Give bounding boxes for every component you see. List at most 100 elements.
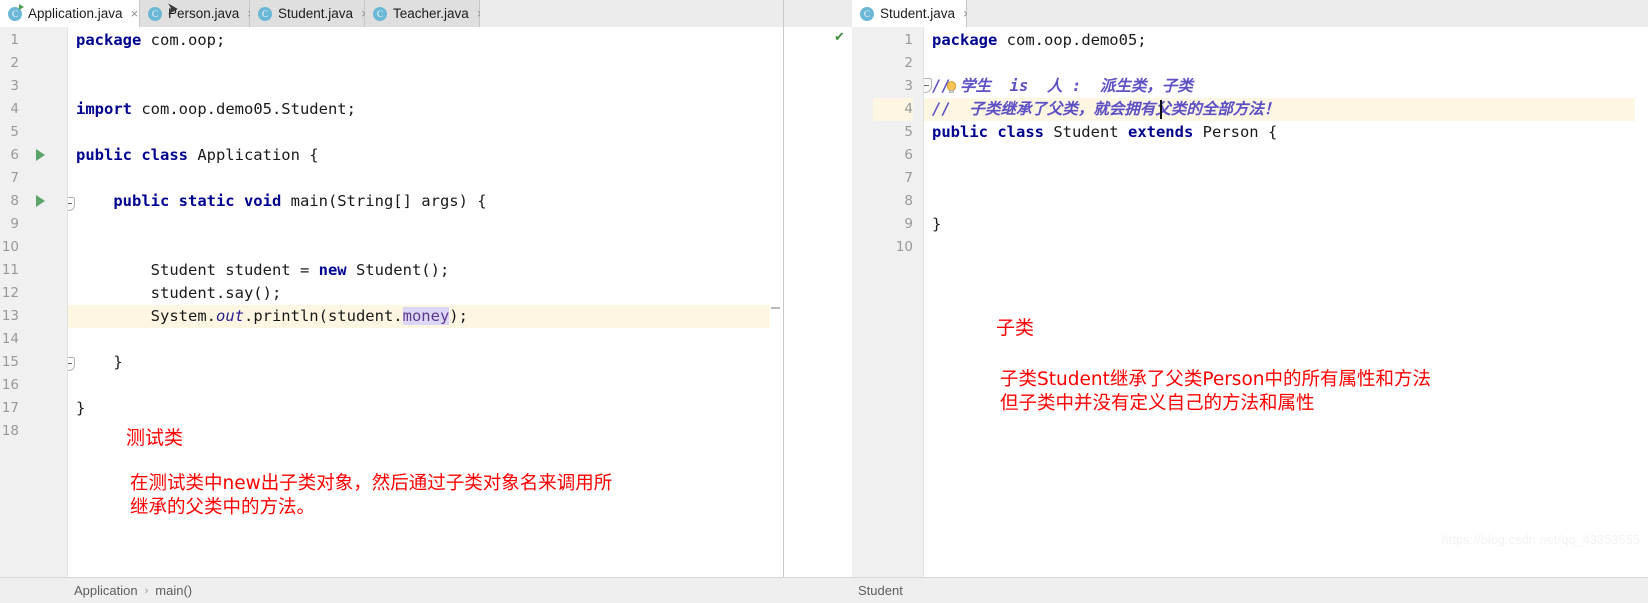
editor-panes: 1 2 3 4 5 6 7 8 9 10 11 12 13 14 15 16 1 — [0, 27, 1648, 577]
right-marker-strip[interactable] — [1635, 27, 1648, 577]
left-marker-strip[interactable] — [770, 27, 783, 577]
right-gutter[interactable]: 1 2 3 4 5 6 7 8 9 10 — [852, 27, 924, 577]
tab-teacher-java[interactable]: C Teacher.java × — [365, 0, 484, 27]
text-caret — [1160, 100, 1162, 119]
breadcrumb-class[interactable]: Application — [74, 583, 138, 598]
annotation-body-left-line2: 继承的父类中的方法。 — [130, 497, 316, 518]
tab-application-java[interactable]: C Application.java × — [0, 0, 140, 27]
comment-text: // 学生 is 人 : 派生类，子类 — [932, 77, 1193, 95]
line-number: 3 — [904, 78, 913, 94]
right-inspection-strip[interactable]: ✔ — [784, 27, 852, 577]
java-class-run-icon: C — [8, 3, 24, 21]
right-editor-body: ✔ 1 2 3 4 5 6 7 8 9 10 package com.oop.d… — [784, 27, 1648, 577]
line-number: 14 — [1, 331, 19, 347]
run-gutter-icon-line8[interactable] — [36, 195, 45, 207]
line-number: 13 — [1, 308, 19, 324]
watermark: https://blog.csdn.net/qq_43353555 — [1441, 533, 1640, 547]
line-number: 4 — [873, 98, 913, 121]
right-tab-group: C Student.java × — [784, 0, 1648, 27]
left-editor-pane: 1 2 3 4 5 6 7 8 9 10 11 12 13 14 15 16 1 — [0, 27, 784, 577]
breadcrumb-right: Student — [784, 583, 1648, 598]
java-class-icon: C — [373, 6, 387, 21]
mouse-cursor-icon: ⮞ — [168, 0, 179, 16]
code-line-9: } — [932, 215, 942, 233]
java-class-icon: C — [258, 6, 272, 21]
marker-tick — [771, 307, 780, 309]
tab-person-java[interactable]: C Person.java × — [140, 0, 255, 27]
code-line-6: public class Application { — [76, 146, 319, 164]
line-number: 5 — [904, 124, 913, 140]
line-number: 16 — [1, 377, 19, 393]
breadcrumb-bar: Application › main() Student — [0, 577, 1648, 603]
code-line-1: package com.oop; — [76, 31, 226, 49]
line-number: 15 — [1, 354, 19, 370]
line-number: 2 — [904, 55, 913, 71]
line-number: 7 — [904, 170, 913, 186]
tab-empty-space-left — [480, 0, 783, 27]
editor-tab-bar: C Application.java × C Person.java × C S… — [0, 0, 1648, 27]
chevron-right-icon: › — [144, 584, 149, 597]
right-code-area[interactable]: package com.oop.demo05; // 学生 is 人 : 派生类… — [924, 27, 1648, 577]
line-number: 1 — [904, 32, 913, 48]
tab-label: Student.java — [880, 6, 956, 21]
java-class-icon: C — [860, 6, 874, 21]
code-line-12: student.say(); — [76, 284, 282, 302]
left-gutter[interactable]: 1 2 3 4 5 6 7 8 9 10 11 12 13 14 15 16 1 — [0, 27, 68, 577]
line-number: 8 — [904, 193, 913, 209]
ide-window: C Application.java × C Person.java × C S… — [0, 0, 1648, 603]
line-number: 8 — [10, 193, 19, 209]
java-class-icon: C — [148, 6, 162, 21]
code-line-11: Student student = new Student(); — [76, 261, 450, 279]
annotation-title-right: 子类 — [996, 317, 1035, 339]
line-number: 7 — [10, 170, 19, 186]
breadcrumb-method[interactable]: main() — [155, 583, 192, 598]
code-line-13: System.out.println(student.money); — [68, 305, 783, 328]
line-number: 6 — [10, 147, 19, 163]
code-line-8: public static void main(String[] args) { — [113, 192, 487, 210]
line-number: 17 — [1, 400, 19, 416]
left-tab-group: C Application.java × C Person.java × C S… — [0, 0, 784, 27]
left-code-area[interactable]: package com.oop; import com.oop.demo05.S… — [68, 27, 783, 577]
code-line-3: // 学生 is 人 : 派生类，子类 — [924, 75, 1648, 98]
close-icon[interactable]: × — [131, 6, 139, 21]
annotation-body-right-line1: 子类Student继承了父类Person中的所有属性和方法 — [1000, 369, 1431, 390]
line-number: 2 — [10, 55, 19, 71]
annotation-body-right-line2: 但子类中并没有定义自己的方法和属性 — [1000, 393, 1315, 414]
code-line-5: public class Student extends Person { — [932, 123, 1278, 141]
tab-label: Student.java — [278, 6, 354, 21]
tab-student-java[interactable]: C Student.java × — [250, 0, 369, 27]
annotation-body-left-line1: 在测试类中new出子类对象，然后通过子类对象名来调用所 — [130, 473, 613, 494]
inspection-ok-icon: ✔ — [834, 29, 845, 44]
line-number: 5 — [10, 124, 19, 140]
breadcrumb-left: Application › main() — [0, 583, 784, 598]
line-number: 1 — [10, 32, 19, 48]
tab-empty-space-right — [967, 0, 1648, 27]
line-number: 3 — [10, 78, 19, 94]
line-number: 4 — [10, 101, 19, 117]
run-gutter-icon-line6[interactable] — [36, 149, 45, 161]
line-number: 9 — [10, 216, 19, 232]
code-line-15: } — [76, 353, 123, 371]
lightbulb-icon[interactable] — [946, 81, 957, 94]
tab-student-java-right[interactable]: C Student.java × — [852, 0, 971, 27]
breadcrumb-class[interactable]: Student — [858, 583, 903, 598]
line-number: 11 — [1, 262, 19, 278]
line-number: 10 — [1, 239, 19, 255]
line-number: 12 — [1, 285, 19, 301]
left-editor-body: 1 2 3 4 5 6 7 8 9 10 11 12 13 14 15 16 1 — [0, 27, 783, 577]
right-editor-pane: ✔ 1 2 3 4 5 6 7 8 9 10 package com.oop.d… — [784, 27, 1648, 577]
comment-text: // 子类继承了父类，就会拥有父类的全部方法！ — [932, 100, 1280, 118]
code-line-4: // 子类继承了父类，就会拥有父类的全部方法！ — [924, 98, 1648, 121]
